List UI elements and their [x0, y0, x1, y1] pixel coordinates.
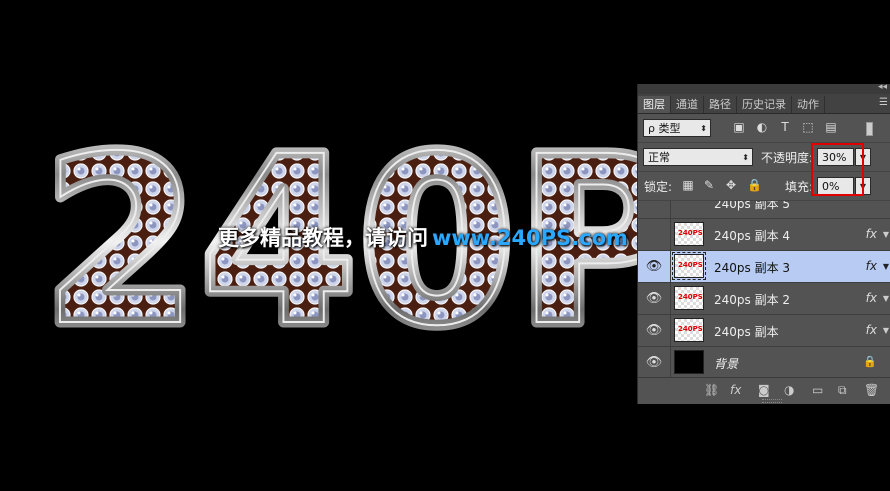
resize-grip[interactable] [762, 399, 782, 403]
panel-footer: ⛓ fx ◙ ◑ ▭ ⧉ 🗑 [638, 377, 890, 404]
add-mask-icon[interactable]: ◙ [758, 383, 770, 397]
watermark: 更多精品教程，请访问 www.240PS.com [218, 222, 628, 252]
adjustment-layer-icon[interactable]: ◑ [784, 383, 794, 397]
filter-pixel-icon[interactable]: ▣ [733, 121, 745, 133]
layer-row[interactable]: 240ps 副本 5 [638, 201, 890, 219]
chevron-down-icon: ▼ [859, 153, 866, 162]
lock-brush-icon[interactable]: ✎ [703, 179, 715, 191]
filter-adjustment-icon[interactable]: ◐ [756, 121, 768, 133]
expand-effects-icon[interactable]: ▼ [883, 230, 889, 239]
lock-move-icon[interactable]: ✥ [725, 179, 737, 191]
opacity-dropdown-button[interactable]: ▼ [855, 148, 871, 166]
eye-icon[interactable]: 👁 [638, 347, 671, 378]
visibility-toggle[interactable] [638, 201, 671, 218]
watermark-url: www.240PS.com [432, 226, 628, 250]
fx-icon[interactable]: fx [866, 323, 877, 337]
link-layers-icon[interactable]: ⛓ [704, 383, 719, 397]
filter-row: ρ 类型 ⬍ ▣ ◐ T ⬚ ▤ [638, 114, 890, 143]
panel-collapse-bar[interactable]: ◂◂ [638, 82, 890, 94]
collapse-icon[interactable]: ◂◂ [878, 82, 887, 92]
layer-thumbnail: 240PS [674, 318, 704, 342]
fx-icon[interactable]: fx [866, 227, 877, 241]
filter-shape-icon[interactable]: ⬚ [802, 121, 814, 133]
filter-kind-dropdown[interactable]: ρ 类型 ⬍ [643, 119, 711, 137]
blend-mode-value: 正常 [648, 151, 670, 164]
layers-panel: ◂◂ 图层 通道 路径 历史记录 动作 ☰ ρ 类型 ⬍ ▣ ◐ T ⬚ ▤ 正… [637, 82, 890, 404]
layer-name: 240ps 副本 5 [714, 201, 791, 211]
tab-history[interactable]: 历史记录 [737, 96, 792, 113]
watermark-text: 更多精品教程，请访问 [218, 226, 428, 250]
layer-row[interactable]: 👁 240PS 240ps 副本 fx ▼ [638, 315, 890, 347]
layer-thumbnail: 240PS [674, 286, 704, 310]
eye-icon[interactable]: 👁 [638, 315, 671, 346]
filter-kind-label: 类型 [658, 122, 681, 135]
tab-paths[interactable]: 路径 [704, 96, 737, 113]
trash-icon[interactable]: 🗑 [864, 383, 879, 397]
panel-tabs: 图层 通道 路径 历史记录 动作 ☰ [638, 94, 890, 114]
expand-effects-icon[interactable]: ▼ [883, 294, 889, 303]
layer-row-background[interactable]: 👁 背景 🔒 [638, 347, 890, 379]
layer-row[interactable]: 👁 240PS 240ps 副本 2 fx ▼ [638, 283, 890, 315]
layer-name: 240ps 副本 3 [714, 261, 791, 275]
opacity-input[interactable]: 30% [817, 148, 854, 166]
fx-icon[interactable]: fx [866, 259, 877, 273]
lock-all-icon[interactable]: 🔒 [747, 179, 762, 191]
tab-channels[interactable]: 通道 [671, 96, 704, 113]
layers-list: 240ps 副本 5 240PS 240ps 副本 4 fx ▼ 👁 240PS… [638, 201, 890, 379]
layer-row[interactable]: 240PS 240ps 副本 4 fx ▼ [638, 219, 890, 251]
layer-name: 240ps 副本 2 [714, 293, 791, 307]
chevron-down-icon: ▼ [859, 182, 866, 191]
lock-row: 锁定: ▦ ✎ ✥ 🔒 填充: 0% ▼ [638, 172, 890, 201]
filter-type-icon[interactable]: T [779, 121, 791, 133]
fill-dropdown-button[interactable]: ▼ [855, 177, 871, 195]
chevron-updown-icon: ⬍ [742, 153, 749, 162]
new-layer-icon[interactable]: ⧉ [838, 383, 847, 398]
layer-thumbnail: 240PS [674, 222, 704, 246]
expand-effects-icon[interactable]: ▼ [883, 262, 889, 271]
filter-smartobject-icon[interactable]: ▤ [825, 121, 837, 133]
blend-row: 正常 ⬍ 不透明度: 30% ▼ [638, 143, 890, 172]
layer-name: 240ps 副本 4 [714, 229, 791, 243]
visibility-toggle[interactable] [638, 219, 671, 250]
lock-icon: 🔒 [863, 355, 877, 368]
search-icon: ρ [648, 122, 655, 135]
lock-transparent-icon[interactable]: ▦ [682, 179, 694, 191]
layer-thumbnail [674, 350, 704, 374]
panel-menu-icon[interactable]: ☰ [879, 97, 888, 108]
layer-thumbnail: 240PS [672, 252, 706, 280]
fill-label: 填充: [785, 180, 814, 194]
eye-icon[interactable]: 👁 [638, 283, 671, 314]
tab-layers[interactable]: 图层 [638, 96, 671, 113]
filter-toggle-switch[interactable] [866, 122, 873, 136]
tab-actions[interactable]: 动作 [792, 96, 825, 113]
fx-icon[interactable]: fx [866, 291, 877, 305]
eye-icon[interactable]: 👁 [638, 251, 671, 282]
add-style-icon[interactable]: fx [730, 383, 741, 397]
opacity-label: 不透明度: [761, 151, 814, 165]
expand-effects-icon[interactable]: ▼ [883, 326, 889, 335]
fill-input[interactable]: 0% [817, 177, 854, 195]
layer-name: 背景 [714, 357, 739, 371]
new-group-icon[interactable]: ▭ [812, 383, 823, 397]
layer-row-selected[interactable]: 👁 240PS 240ps 副本 3 fx ▼ [638, 251, 890, 283]
chevron-updown-icon: ⬍ [700, 124, 707, 133]
blend-mode-dropdown[interactable]: 正常 ⬍ [643, 148, 753, 166]
lock-label: 锁定: [644, 180, 673, 194]
layer-name: 240ps 副本 [714, 325, 779, 339]
